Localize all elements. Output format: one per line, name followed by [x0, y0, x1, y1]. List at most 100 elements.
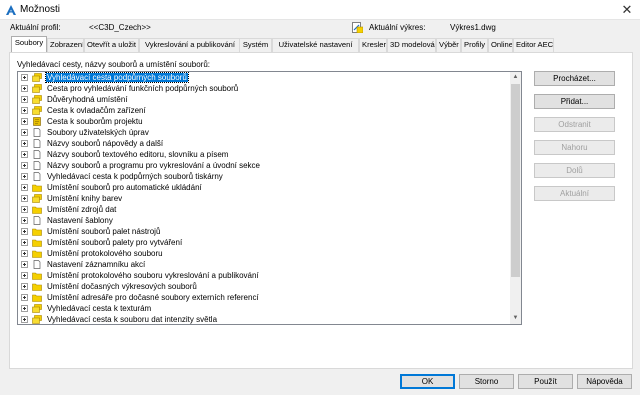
expand-plus-icon[interactable] [21, 272, 28, 279]
window-title: Možnosti [20, 4, 61, 15]
help-button[interactable]: Nápověda [577, 374, 632, 389]
tree-item-label: Umístění dočasných výkresových souborů [47, 282, 197, 291]
apply-button[interactable]: Použít [518, 374, 573, 389]
tree-item-label: Důvěryhodná umístění [47, 95, 128, 104]
tree-item[interactable]: Cesta pro vyhledávání funkčních podpůrný… [18, 83, 510, 94]
expand-plus-icon[interactable] [21, 283, 28, 290]
folder-stack-icon [32, 106, 42, 115]
tab-11[interactable]: Online [488, 38, 513, 52]
set-current-button[interactable]: Aktuální [534, 186, 615, 201]
expand-plus-icon[interactable] [21, 129, 28, 136]
tab-2[interactable]: Zobrazení [47, 38, 84, 52]
tab-6[interactable]: Uživatelské nastavení [272, 38, 359, 52]
tree-item[interactable]: Vyhledávací cesta podpůrných souborů [18, 72, 510, 83]
tree-item[interactable]: Nastavení šablony [18, 215, 510, 226]
close-icon[interactable]: ✕ [614, 0, 640, 20]
tree-item[interactable]: Umístění protokolového souboru [18, 248, 510, 259]
tree-item[interactable]: Názvy souborů a programu pro vykreslován… [18, 160, 510, 171]
search-path-tree[interactable]: ▲ ▼ Vyhledávací cesta podpůrných souborů… [17, 71, 522, 325]
tree-item[interactable]: Umístění knihy barev [18, 193, 510, 204]
current-profile-value: <<C3D_Czech>> [89, 23, 151, 32]
tree-item[interactable]: Umístění dočasných výkresových souborů [18, 281, 510, 292]
expand-plus-icon[interactable] [21, 195, 28, 202]
tree-item[interactable]: Nastavení záznamníku akcí [18, 259, 510, 270]
tree-item[interactable]: Umístění adresáře pro dočasné soubory ex… [18, 292, 510, 303]
expand-plus-icon[interactable] [21, 239, 28, 246]
tab-4[interactable]: Vykreslování a publikování [139, 38, 241, 52]
expand-plus-icon[interactable] [21, 206, 28, 213]
tree-item-label: Umístění souborů pro automatické ukládán… [47, 183, 202, 192]
move-down-button[interactable]: Dolů [534, 163, 615, 178]
tree-item[interactable]: Umístění zdrojů dat [18, 204, 510, 215]
document-icon [32, 260, 42, 269]
tree-item[interactable]: Názvy souborů textového editoru, slovník… [18, 149, 510, 160]
expand-plus-icon[interactable] [21, 228, 28, 235]
tree-item[interactable]: Umístění souborů palety pro vytváření [18, 237, 510, 248]
tab-8[interactable]: 3D modelování [387, 38, 436, 52]
document-icon [32, 172, 42, 181]
tree-item[interactable]: Názvy souborů nápovědy a další [18, 138, 510, 149]
expand-plus-icon[interactable] [21, 140, 28, 147]
tree-item-label: Vyhledávací cesta k texturám [47, 304, 152, 313]
tab-12[interactable]: Editor AEC [513, 38, 554, 52]
ok-button[interactable]: OK [400, 374, 455, 389]
expand-plus-icon[interactable] [21, 151, 28, 158]
expand-plus-icon[interactable] [21, 173, 28, 180]
autocad-logo-icon [6, 5, 16, 15]
tree-item-label: Názvy souborů a programu pro vykreslován… [47, 161, 260, 170]
remove-button[interactable]: Odstranit [534, 117, 615, 132]
document-icon [32, 161, 42, 170]
tree-item-label: Umístění souborů palet nástrojů [47, 227, 161, 236]
tree-item[interactable]: Vyhledávací cesta k texturám [18, 303, 510, 314]
expand-plus-icon[interactable] [21, 85, 28, 92]
tab-7[interactable]: Kreslení [359, 38, 387, 52]
expand-plus-icon[interactable] [21, 305, 28, 312]
expand-plus-icon[interactable] [21, 74, 28, 81]
expand-plus-icon[interactable] [21, 118, 28, 125]
tree-item-label: Nastavení šablony [47, 216, 113, 225]
tree-item-label: Názvy souborů nápovědy a další [47, 139, 164, 148]
tree-item[interactable]: Vyhledávací cesta k souboru dat intenzit… [18, 314, 510, 324]
scroll-down-icon[interactable]: ▼ [510, 313, 521, 324]
tree-item-label: Názvy souborů textového editoru, slovník… [47, 150, 229, 159]
tree-scrollbar[interactable]: ▲ ▼ [510, 72, 521, 324]
expand-plus-icon[interactable] [21, 250, 28, 257]
tab-9[interactable]: Výběr [436, 38, 461, 52]
tree-item[interactable]: Umístění souborů palet nástrojů [18, 226, 510, 237]
tree-item-label: Nastavení záznamníku akcí [47, 260, 146, 269]
tab-3[interactable]: Otevřít a uložit [84, 38, 139, 52]
tree-caption: Vyhledávací cesty, názvy souborů a umíst… [17, 60, 210, 69]
tree-item[interactable]: Důvěryhodná umístění [18, 94, 510, 105]
scroll-up-icon[interactable]: ▲ [510, 72, 521, 83]
add-button[interactable]: Přidat... [534, 94, 615, 109]
expand-plus-icon[interactable] [21, 217, 28, 224]
folder-stack-icon [32, 84, 42, 93]
browse-button[interactable]: Procházet... [534, 71, 615, 86]
move-up-button[interactable]: Nahoru [534, 140, 615, 155]
tab-1[interactable]: Soubory [11, 36, 47, 52]
tree-item[interactable]: Cesta k souborům projektu [18, 116, 510, 127]
current-profile-label: Aktuální profil: [10, 23, 61, 32]
expand-plus-icon[interactable] [21, 316, 28, 323]
expand-plus-icon[interactable] [21, 96, 28, 103]
tree-item-label: Umístění knihy barev [47, 194, 123, 203]
expand-plus-icon[interactable] [21, 184, 28, 191]
tree-item[interactable]: Cesta k ovladačům zařízení [18, 105, 510, 116]
tree-item-label: Vyhledávací cesta podpůrných souborů [45, 72, 189, 83]
folder-icon [32, 227, 42, 236]
tab-10[interactable]: Profily [461, 38, 488, 52]
tree-item[interactable]: Vyhledávací cesta k podpůrných souborů t… [18, 171, 510, 182]
scroll-thumb[interactable] [511, 84, 520, 277]
tree-item[interactable]: Umístění protokolového souboru vykreslov… [18, 270, 510, 281]
expand-plus-icon[interactable] [21, 107, 28, 114]
tree-item[interactable]: Umístění souborů pro automatické ukládán… [18, 182, 510, 193]
folder-stack-icon [32, 315, 42, 324]
expand-plus-icon[interactable] [21, 294, 28, 301]
folder-stack-icon [32, 95, 42, 104]
expand-plus-icon[interactable] [21, 261, 28, 268]
tab-5[interactable]: Systém [239, 38, 272, 52]
tree-item[interactable]: Soubory uživatelských úprav [18, 127, 510, 138]
expand-plus-icon[interactable] [21, 162, 28, 169]
current-drawing-label: Aktuální výkres: [369, 23, 426, 32]
cancel-button[interactable]: Storno [459, 374, 514, 389]
